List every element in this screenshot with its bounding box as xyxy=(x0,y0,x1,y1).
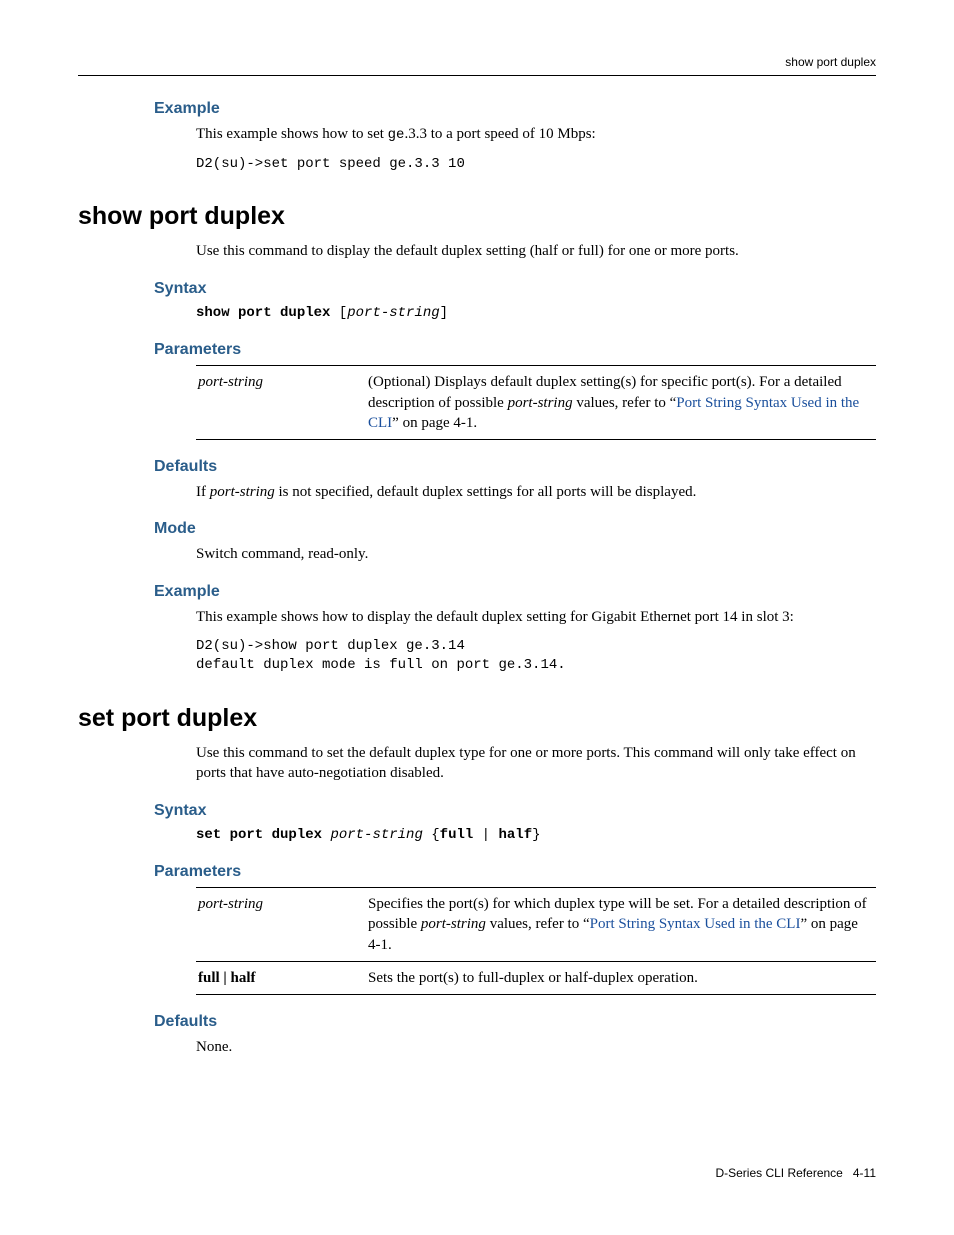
prev-example-code: D2(su)->set port speed ge.3.3 10 xyxy=(196,155,876,175)
page-footer: D-Series CLI Reference 4-11 xyxy=(715,1166,876,1180)
set-defaults-text: None. xyxy=(196,1037,876,1057)
heading-set-port-duplex: set port duplex xyxy=(78,704,876,733)
param-desc: Specifies the port(s) for which duplex t… xyxy=(366,888,876,962)
heading-syntax-set: Syntax xyxy=(154,802,876,820)
heading-example-show: Example xyxy=(154,583,876,601)
syntax-pipe: | xyxy=(473,827,498,843)
footer-doc-title: D-Series CLI Reference xyxy=(715,1166,842,1180)
syntax-keyword: half xyxy=(499,827,533,843)
table-row: port-string Specifies the port(s) for wh… xyxy=(196,888,876,962)
param-name: port-string xyxy=(196,366,366,440)
syntax-arg: port-string xyxy=(347,305,439,321)
show-mode-text: Switch command, read-only. xyxy=(196,544,876,564)
text: .3.3 to a port speed of 10 Mbps: xyxy=(404,126,595,142)
set-description: Use this command to set the default dupl… xyxy=(196,743,876,784)
syntax-arg: port-string xyxy=(330,827,422,843)
heading-defaults-set: Defaults xyxy=(154,1013,876,1031)
heading-show-port-duplex: show port duplex xyxy=(78,202,876,231)
text: If xyxy=(196,484,210,500)
inline-code: ge xyxy=(388,127,405,143)
syntax-bracket: [ xyxy=(330,305,347,321)
running-header: show port duplex xyxy=(78,55,876,76)
syntax-keyword: full xyxy=(440,827,474,843)
table-row: full | half Sets the port(s) to full-dup… xyxy=(196,961,876,994)
heading-defaults-show: Defaults xyxy=(154,458,876,476)
syntax-brace: } xyxy=(532,827,540,843)
heading-parameters-set: Parameters xyxy=(154,863,876,881)
text-italic: port-string xyxy=(421,916,486,932)
footer-page-number: 4-11 xyxy=(853,1166,876,1180)
heading-syntax-show: Syntax xyxy=(154,280,876,298)
text: values, refer to “ xyxy=(486,916,590,932)
syntax-command: show port duplex xyxy=(196,305,330,321)
param-name: full | half xyxy=(196,961,366,994)
prev-example-intro: This example shows how to set ge.3.3 to … xyxy=(196,124,876,145)
set-parameters-table: port-string Specifies the port(s) for wh… xyxy=(196,887,876,995)
set-syntax-code: set port duplex port-string {full | half… xyxy=(196,826,876,846)
syntax-bracket: ] xyxy=(440,305,448,321)
heading-example-prev: Example xyxy=(154,100,876,118)
syntax-command: set port duplex xyxy=(196,827,322,843)
text-italic: port-string xyxy=(210,484,275,500)
param-desc: (Optional) Displays default duplex setti… xyxy=(366,366,876,440)
text: is not specified, default duplex setting… xyxy=(275,484,697,500)
param-desc: Sets the port(s) to full-duplex or half-… xyxy=(366,961,876,994)
text: ” on page 4-1. xyxy=(392,415,477,431)
heading-mode-show: Mode xyxy=(154,520,876,538)
show-description: Use this command to display the default … xyxy=(196,241,876,261)
text: values, refer to “ xyxy=(573,395,677,411)
cross-reference-link[interactable]: Port String Syntax Used in the CLI xyxy=(590,916,801,932)
show-example-code: D2(su)->show port duplex ge.3.14 default… xyxy=(196,637,876,676)
show-example-intro: This example shows how to display the de… xyxy=(196,607,876,627)
text: This example shows how to set xyxy=(196,126,388,142)
syntax-brace: { xyxy=(423,827,440,843)
text-italic: port-string xyxy=(508,395,573,411)
heading-parameters-show: Parameters xyxy=(154,341,876,359)
table-row: port-string (Optional) Displays default … xyxy=(196,366,876,440)
show-parameters-table: port-string (Optional) Displays default … xyxy=(196,365,876,440)
show-syntax-code: show port duplex [port-string] xyxy=(196,304,876,324)
show-defaults-text: If port-string is not specified, default… xyxy=(196,482,876,502)
param-name: port-string xyxy=(196,888,366,962)
